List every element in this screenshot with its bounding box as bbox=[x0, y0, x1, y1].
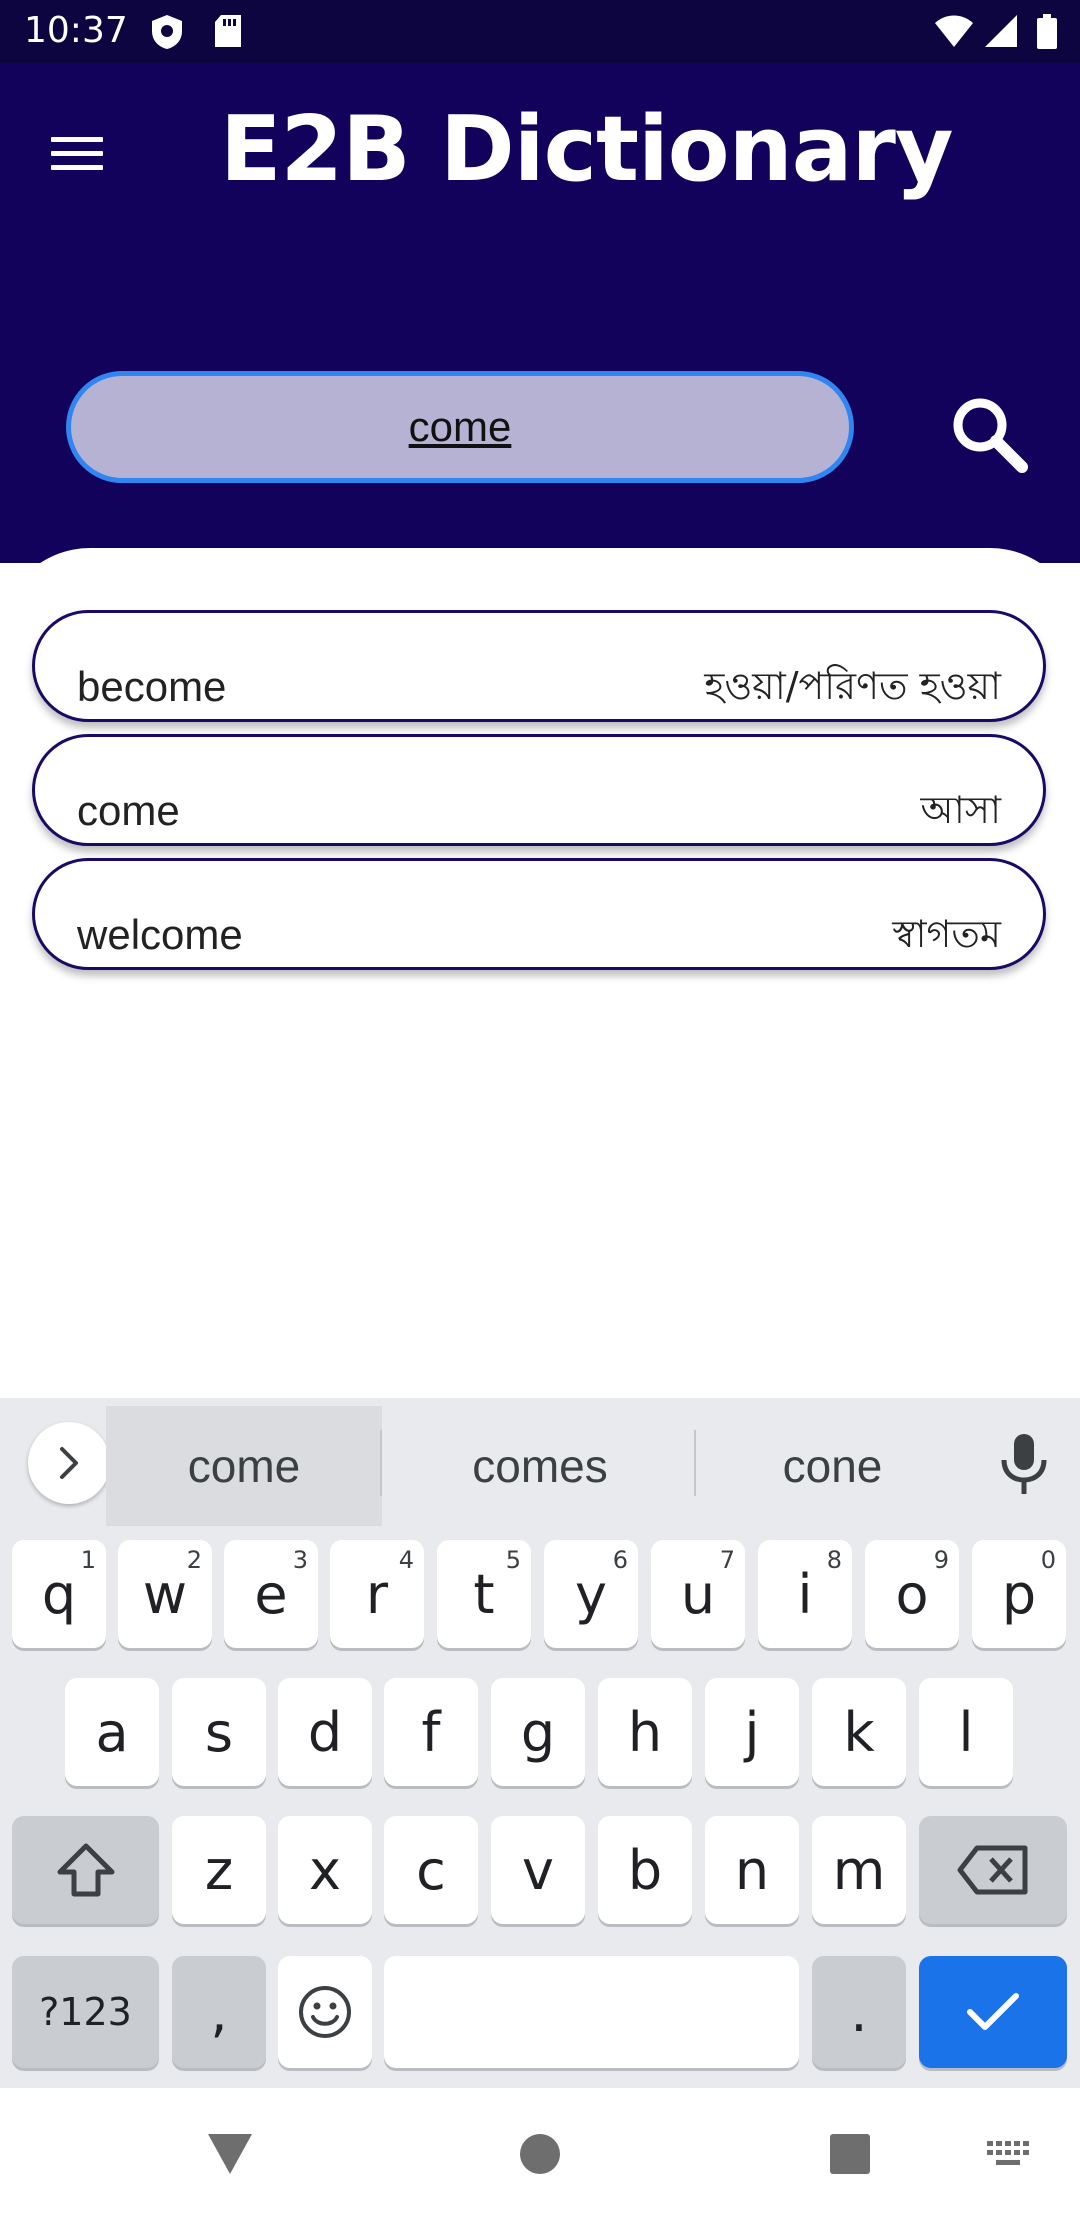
key-i[interactable]: i8 bbox=[758, 1540, 852, 1648]
result-meaning: স্বাগতম bbox=[892, 912, 1001, 956]
enter-key[interactable] bbox=[919, 1956, 1067, 2068]
result-word: welcome bbox=[77, 911, 243, 958]
result-item-come[interactable]: come আসা bbox=[32, 734, 1046, 846]
home-button[interactable] bbox=[508, 2122, 572, 2186]
search-input[interactable] bbox=[71, 403, 849, 451]
soft-keyboard: come comes cone q1 w2 e3 r4 t5 y6 u7 i8 … bbox=[0, 1398, 1080, 2088]
key-o[interactable]: o9 bbox=[865, 1540, 959, 1648]
key-e[interactable]: e3 bbox=[224, 1540, 318, 1648]
keyboard-switch-icon bbox=[987, 2141, 1029, 2165]
back-button[interactable] bbox=[198, 2122, 262, 2186]
chevron-right-icon bbox=[60, 1447, 78, 1479]
search-field[interactable] bbox=[66, 371, 854, 483]
key-f[interactable]: f bbox=[384, 1678, 478, 1786]
key-q[interactable]: q1 bbox=[12, 1540, 106, 1648]
key-m[interactable]: m bbox=[812, 1816, 906, 1924]
result-meaning: আসা bbox=[920, 788, 1001, 832]
result-word: become bbox=[77, 663, 227, 710]
suggestion-1[interactable]: come bbox=[106, 1406, 382, 1526]
key-t[interactable]: t5 bbox=[437, 1540, 531, 1648]
key-n[interactable]: n bbox=[705, 1816, 799, 1924]
mic-icon[interactable] bbox=[994, 1432, 1054, 1496]
symbols-key[interactable]: ?123 bbox=[12, 1956, 159, 2068]
key-l[interactable]: l bbox=[919, 1678, 1013, 1786]
key-p[interactable]: p0 bbox=[972, 1540, 1066, 1648]
backspace-key[interactable] bbox=[919, 1816, 1067, 1924]
back-icon bbox=[208, 2134, 252, 2174]
key-r[interactable]: r4 bbox=[330, 1540, 424, 1648]
key-y[interactable]: y6 bbox=[544, 1540, 638, 1648]
navigation-bar bbox=[0, 2088, 1080, 2220]
signal-icon bbox=[984, 14, 1018, 53]
search-icon bbox=[953, 398, 1028, 473]
key-a[interactable]: a bbox=[65, 1678, 159, 1786]
result-meaning: হওয়া/পরিণত হওয়া bbox=[704, 664, 1001, 708]
backspace-icon bbox=[957, 1845, 1028, 1895]
status-bar: 10:37 bbox=[0, 0, 1080, 63]
key-d[interactable]: d bbox=[278, 1678, 372, 1786]
key-x[interactable]: x bbox=[278, 1816, 372, 1924]
search-button[interactable] bbox=[944, 389, 1034, 479]
status-time: 10:37 bbox=[24, 10, 128, 51]
home-icon bbox=[520, 2134, 560, 2174]
key-v[interactable]: v bbox=[491, 1816, 585, 1924]
key-j[interactable]: j bbox=[705, 1678, 799, 1786]
battery-icon bbox=[1036, 14, 1058, 55]
app-title: E2B Dictionary bbox=[220, 97, 953, 202]
checkmark-icon bbox=[967, 1993, 1019, 2030]
result-word: come bbox=[77, 787, 180, 834]
suggestion-bar: come comes cone bbox=[0, 1398, 1080, 1526]
emoji-key[interactable] bbox=[278, 1956, 372, 2068]
result-item-welcome[interactable]: welcome স্বাগতম bbox=[32, 858, 1046, 970]
suggestion-2[interactable]: comes bbox=[385, 1406, 695, 1526]
key-w[interactable]: w2 bbox=[118, 1540, 212, 1648]
divider bbox=[380, 1430, 382, 1496]
shift-key[interactable] bbox=[12, 1816, 159, 1924]
shift-icon bbox=[57, 1843, 114, 1897]
recents-icon bbox=[830, 2134, 870, 2174]
period-key[interactable]: . bbox=[812, 1956, 906, 2068]
suggestion-3[interactable]: cone bbox=[695, 1406, 970, 1526]
key-c[interactable]: c bbox=[384, 1816, 478, 1924]
key-z[interactable]: z bbox=[172, 1816, 266, 1924]
app-header: E2B Dictionary bbox=[0, 63, 1080, 563]
emoji-icon bbox=[299, 1986, 351, 2038]
key-u[interactable]: u7 bbox=[651, 1540, 745, 1648]
comma-key[interactable]: , bbox=[172, 1956, 266, 2068]
keyboard-switch-button[interactable] bbox=[976, 2122, 1040, 2186]
space-key[interactable] bbox=[384, 1956, 799, 2068]
key-k[interactable]: k bbox=[812, 1678, 906, 1786]
menu-icon[interactable] bbox=[44, 123, 110, 183]
sd-card-icon bbox=[213, 14, 243, 53]
results-panel: become হওয়া/পরিণত হওয়া come আসা welcom… bbox=[0, 548, 1080, 1398]
result-item-become[interactable]: become হওয়া/পরিণত হওয়া bbox=[32, 610, 1046, 722]
wifi-icon bbox=[934, 14, 974, 53]
key-g[interactable]: g bbox=[491, 1678, 585, 1786]
recents-button[interactable] bbox=[818, 2122, 882, 2186]
key-s[interactable]: s bbox=[172, 1678, 266, 1786]
key-h[interactable]: h bbox=[598, 1678, 692, 1786]
expand-suggestions-button[interactable] bbox=[28, 1422, 110, 1504]
shield-icon bbox=[150, 14, 184, 55]
key-b[interactable]: b bbox=[598, 1816, 692, 1924]
result-list: become হওয়া/পরিণত হওয়া come আসা welcom… bbox=[32, 610, 1046, 982]
